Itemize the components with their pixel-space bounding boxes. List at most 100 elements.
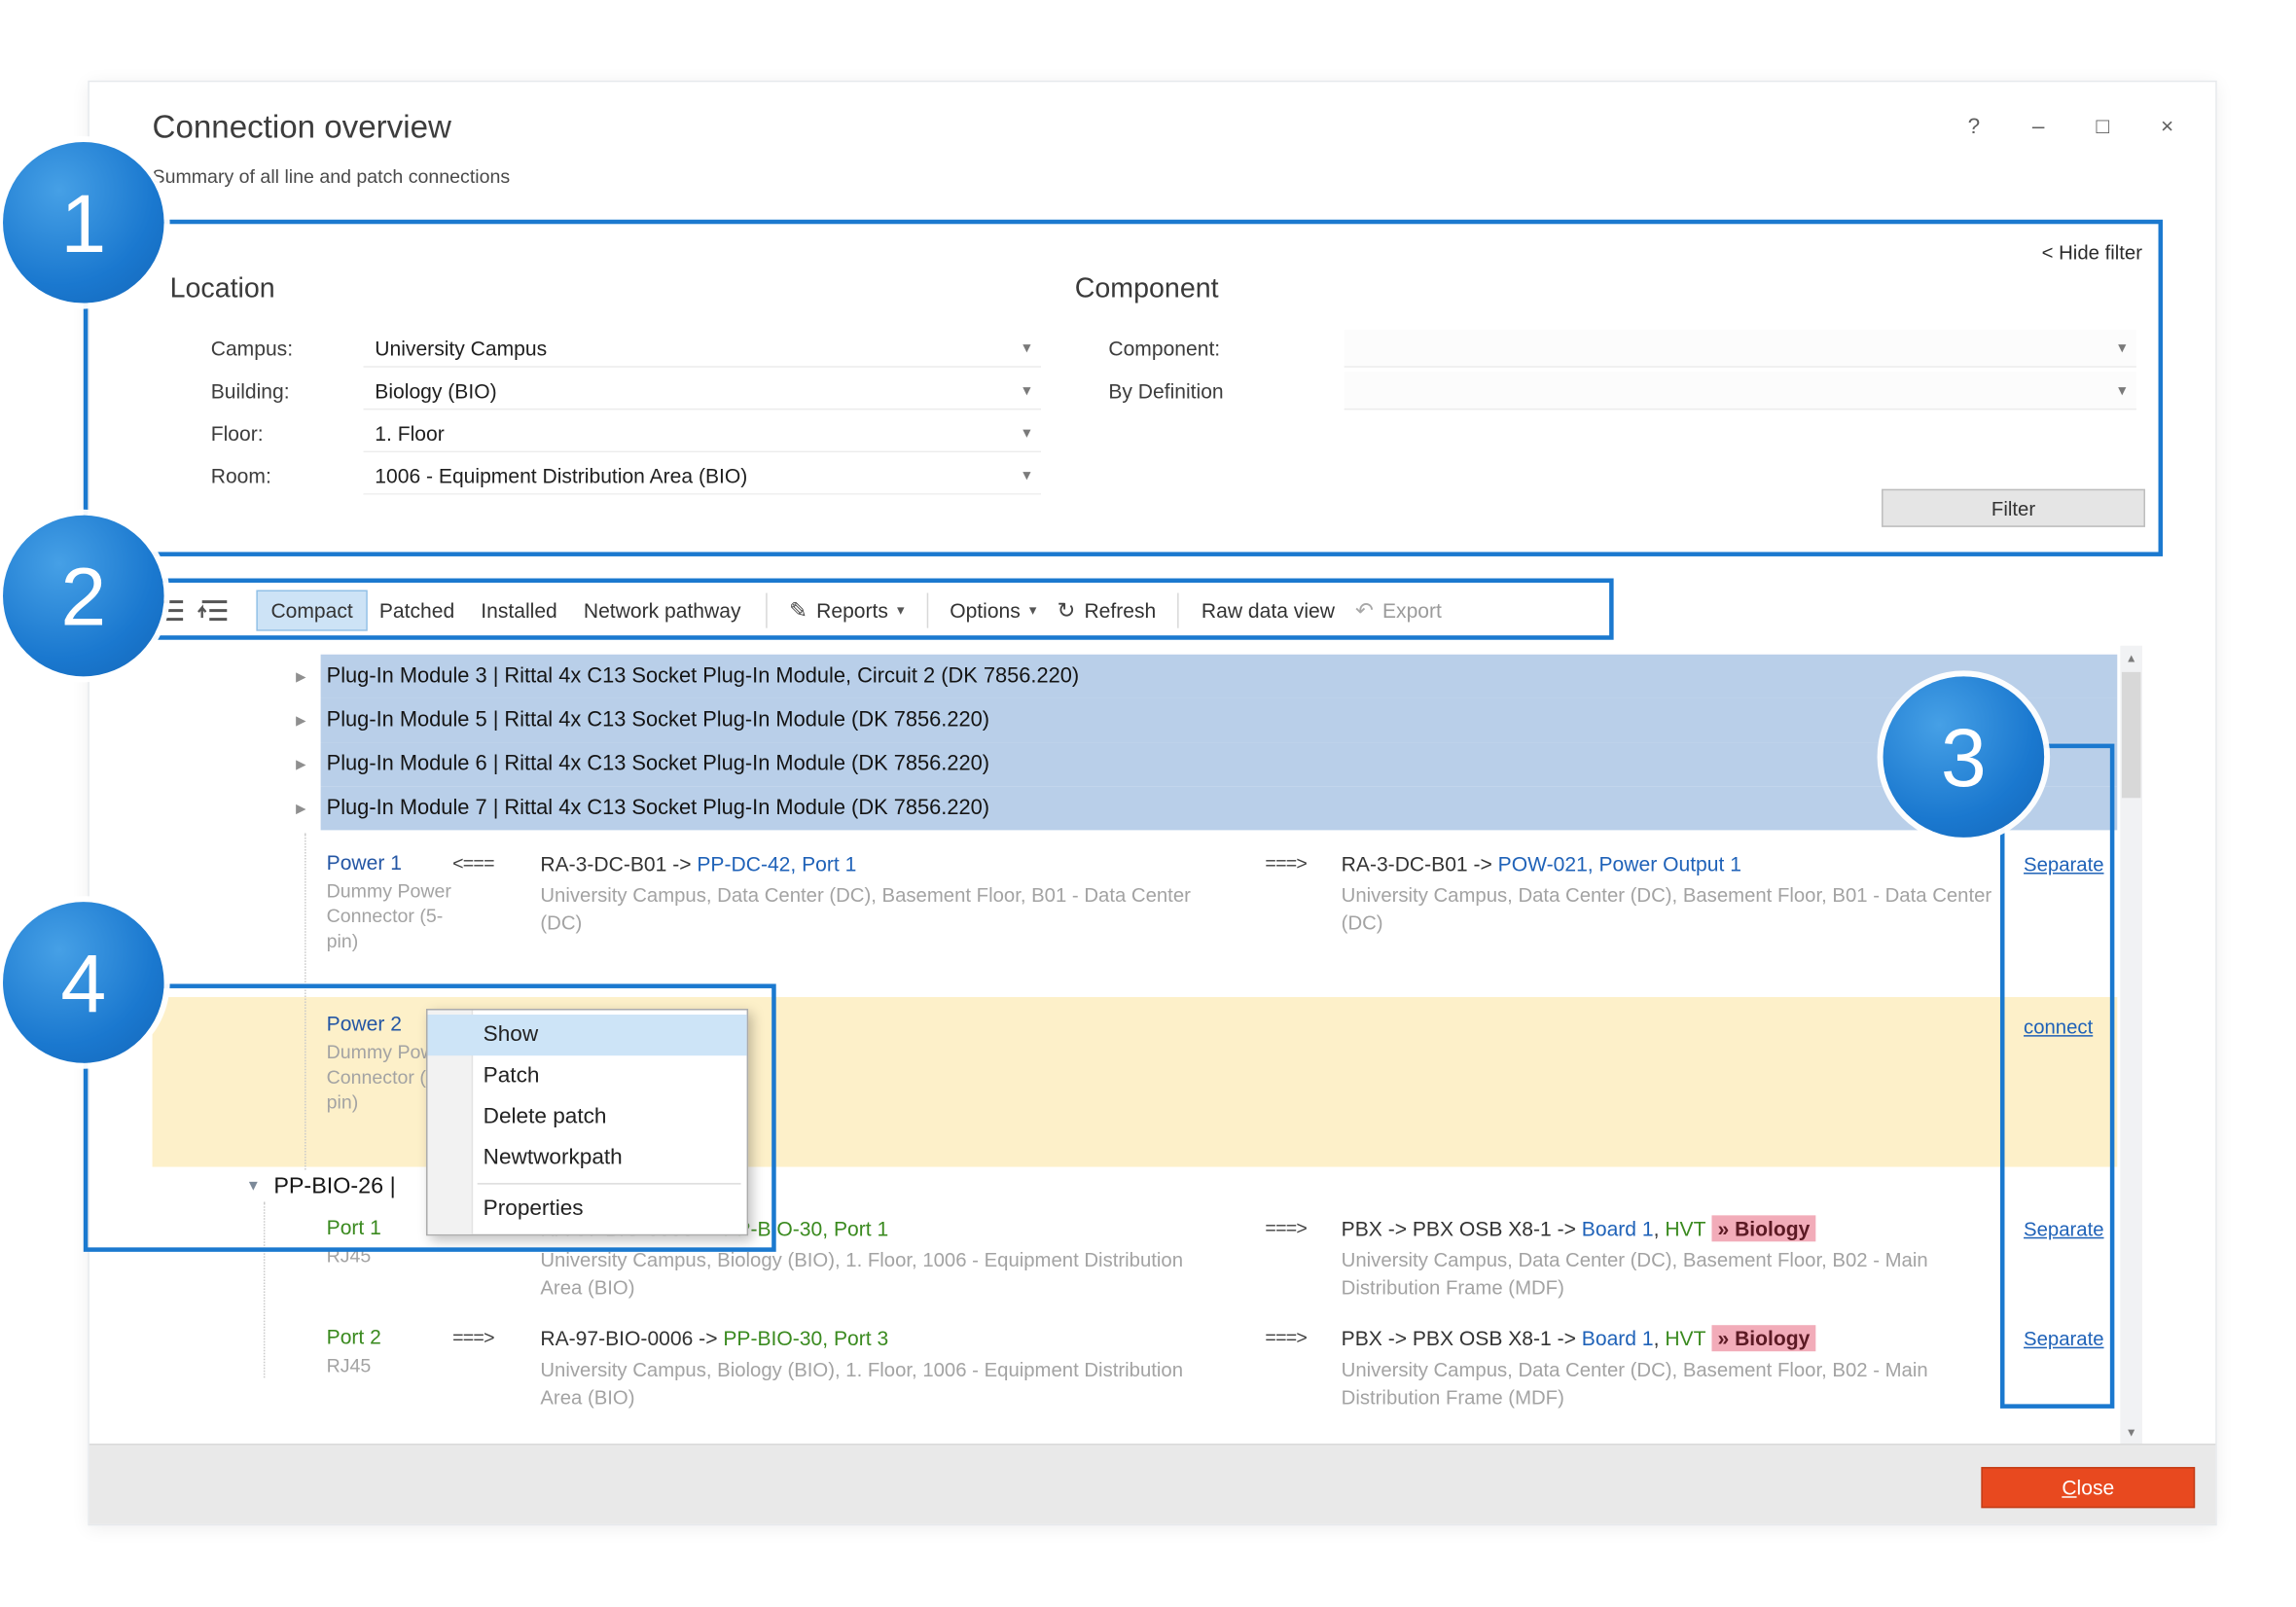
connection-location: University Campus, Data Center (DC), Bas… [1342, 1246, 2002, 1302]
campus-select[interactable]: University Campus ▾ [363, 329, 1041, 367]
export-button[interactable]: ↶ Export [1345, 597, 1452, 624]
reports-label: Reports [816, 599, 888, 623]
options-menu-button[interactable]: Options ▾ [940, 599, 1047, 623]
chevron-down-icon: ▾ [2118, 329, 2126, 367]
tab-installed[interactable]: Installed [468, 591, 571, 629]
room-select[interactable]: 1006 - Equipment Distribution Area (BIO)… [363, 456, 1041, 494]
component-label: Component: [1075, 336, 1345, 359]
biology-badge: » Biology [1711, 1215, 1815, 1241]
context-menu-item-patch[interactable]: Patch [427, 1055, 746, 1096]
tab-patched[interactable]: Patched [366, 591, 467, 629]
tab-compact[interactable]: Compact [258, 591, 366, 629]
campus-value: University Campus [375, 336, 547, 359]
separate-link[interactable]: Separate [2024, 1218, 2103, 1240]
connect-link[interactable]: connect [2024, 1017, 2093, 1039]
expand-expanded-icon[interactable]: ▼ [246, 1179, 261, 1196]
annotation-step-4: 4 [3, 902, 164, 1063]
connection-list: ▶ Plug-In Module 3 | Rittal 4x C13 Socke… [153, 646, 2118, 1444]
view-tabs: Compact Patched Installed Network pathwa… [258, 591, 754, 629]
connection-row-power-1[interactable]: Power 1 Dummy Power Connector (5-pin) <=… [153, 841, 2118, 988]
toolbar: Compact Patched Installed Network pathwa… [153, 582, 1453, 640]
component-link[interactable]: Board 1 [1582, 1327, 1654, 1350]
module-label: Plug-In Module 5 | Rittal 4x C13 Socket … [321, 698, 2118, 742]
dialog-footer: Close [90, 1444, 2215, 1524]
by-definition-label: By Definition [1075, 378, 1345, 402]
scroll-down-icon[interactable]: ▼ [2120, 1420, 2142, 1444]
tab-network-pathway[interactable]: Network pathway [570, 591, 754, 629]
module-label: Plug-In Module 3 | Rittal 4x C13 Socket … [321, 655, 2118, 698]
separate-link[interactable]: Separate [2024, 1328, 2103, 1350]
help-icon[interactable]: ? [1960, 114, 1987, 139]
component-select[interactable]: ▾ [1345, 329, 2136, 367]
minimize-icon[interactable]: – [2026, 114, 2052, 139]
connection-path: RA-97-BIO-0006 -> [540, 1327, 723, 1350]
port-name[interactable]: Port 2 [327, 1325, 452, 1350]
direction-arrow: ===> [1265, 841, 1341, 988]
expand-collapsed-icon[interactable]: ▶ [296, 668, 305, 685]
context-menu-item-delete-patch[interactable]: Delete patch [427, 1096, 746, 1137]
scrollbar-thumb[interactable] [2122, 672, 2141, 798]
refresh-label: Refresh [1084, 599, 1156, 623]
hide-filter-link[interactable]: < Hide filter [2042, 241, 2142, 264]
expand-collapsed-icon[interactable]: ▶ [296, 756, 305, 772]
page-title: Connection overview [153, 108, 451, 146]
module-label: Plug-In Module 6 | Rittal 4x C13 Socket … [321, 742, 2118, 786]
floor-select[interactable]: 1. Floor ▾ [363, 413, 1041, 451]
connection-location: University Campus, Biology (BIO), 1. Flo… [540, 1356, 1202, 1411]
connection-path: RA-3-DC-B01 -> [540, 852, 697, 875]
expand-collapsed-icon[interactable]: ▶ [296, 712, 305, 729]
location-heading: Location [170, 273, 1042, 305]
component-link[interactable]: Board 1 [1582, 1217, 1654, 1240]
building-select[interactable]: Biology (BIO) ▾ [363, 372, 1041, 410]
chevron-down-icon: ▾ [1022, 456, 1030, 494]
toolbar-separator [926, 593, 928, 628]
module-row[interactable]: ▶ Plug-In Module 7 | Rittal 4x C13 Socke… [153, 786, 2118, 830]
port-name[interactable]: Power 1 [327, 850, 452, 875]
component-link[interactable]: PP-DC-42, Port 1 [697, 852, 856, 875]
separate-link[interactable]: Separate [2024, 853, 2103, 875]
close-icon[interactable]: × [2154, 114, 2180, 139]
export-label: Export [1382, 599, 1442, 623]
module-row[interactable]: ▶ Plug-In Module 6 | Rittal 4x C13 Socke… [153, 742, 2118, 786]
component-link[interactable]: POW-021, Power Output 1 [1498, 852, 1741, 875]
module-row[interactable]: ▶ Plug-In Module 3 | Rittal 4x C13 Socke… [153, 655, 2118, 698]
port-type: Dummy Power Connector (5-pin) [327, 878, 452, 953]
options-label: Options [950, 599, 1021, 623]
vertical-scrollbar[interactable]: ▲ ▼ [2120, 646, 2142, 1444]
context-menu-separator [478, 1183, 741, 1185]
filter-button[interactable]: Filter [1882, 489, 2145, 527]
toolbar-separator [1178, 593, 1180, 628]
connection-path: RA-3-DC-B01 -> [1342, 852, 1498, 875]
refresh-button[interactable]: ↻ Refresh [1047, 597, 1166, 624]
expand-all-icon[interactable] [197, 597, 232, 624]
building-label: Building: [170, 378, 364, 402]
building-row: Building: Biology (BIO) ▾ [170, 369, 1042, 411]
group-label: PP-BIO-26 | [273, 1173, 395, 1199]
maximize-icon[interactable]: □ [2090, 114, 2116, 139]
by-definition-select[interactable]: ▾ [1345, 372, 2136, 410]
scroll-up-icon[interactable]: ▲ [2120, 646, 2142, 669]
expand-collapsed-icon[interactable]: ▶ [296, 801, 305, 817]
toolbar-separator [766, 593, 768, 628]
context-menu-item-properties[interactable]: Properties [427, 1189, 746, 1230]
chevron-down-icon: ▾ [897, 602, 905, 619]
room-value: 1006 - Equipment Distribution Area (BIO) [375, 463, 747, 486]
component-link[interactable]: PP-BIO-30, Port 3 [723, 1327, 888, 1350]
module-label: Plug-In Module 7 | Rittal 4x C13 Socket … [321, 786, 2118, 830]
context-menu-item-show[interactable]: Show [427, 1015, 746, 1055]
component-section: Component Component: ▾ By Definition ▾ [1075, 273, 2136, 411]
connection-location: University Campus, Data Center (DC), Bas… [540, 881, 1202, 937]
close-button[interactable]: Close [1981, 1467, 2195, 1508]
filter-panel: < Hide filter Location Campus: Universit… [90, 221, 2215, 557]
context-menu-item-networkpath[interactable]: Newtworkpath [427, 1137, 746, 1178]
module-row[interactable]: ▶ Plug-In Module 5 | Rittal 4x C13 Socke… [153, 698, 2118, 742]
room-row: Room: 1006 - Equipment Distribution Area… [170, 454, 1042, 497]
reports-menu-button[interactable]: ✎ Reports ▾ [779, 597, 915, 624]
raw-data-view-button[interactable]: Raw data view [1191, 599, 1345, 623]
direction-arrow: <=== [452, 841, 540, 988]
floor-value: 1. Floor [375, 421, 444, 445]
raw-data-view-label: Raw data view [1202, 599, 1335, 623]
connection-row-port-2[interactable]: Port 2 RJ45 ===> RA-97-BIO-0006 -> PP-BI… [153, 1316, 2118, 1426]
connection-path: , [1654, 1217, 1666, 1240]
export-arrow-icon: ↶ [1355, 597, 1374, 624]
